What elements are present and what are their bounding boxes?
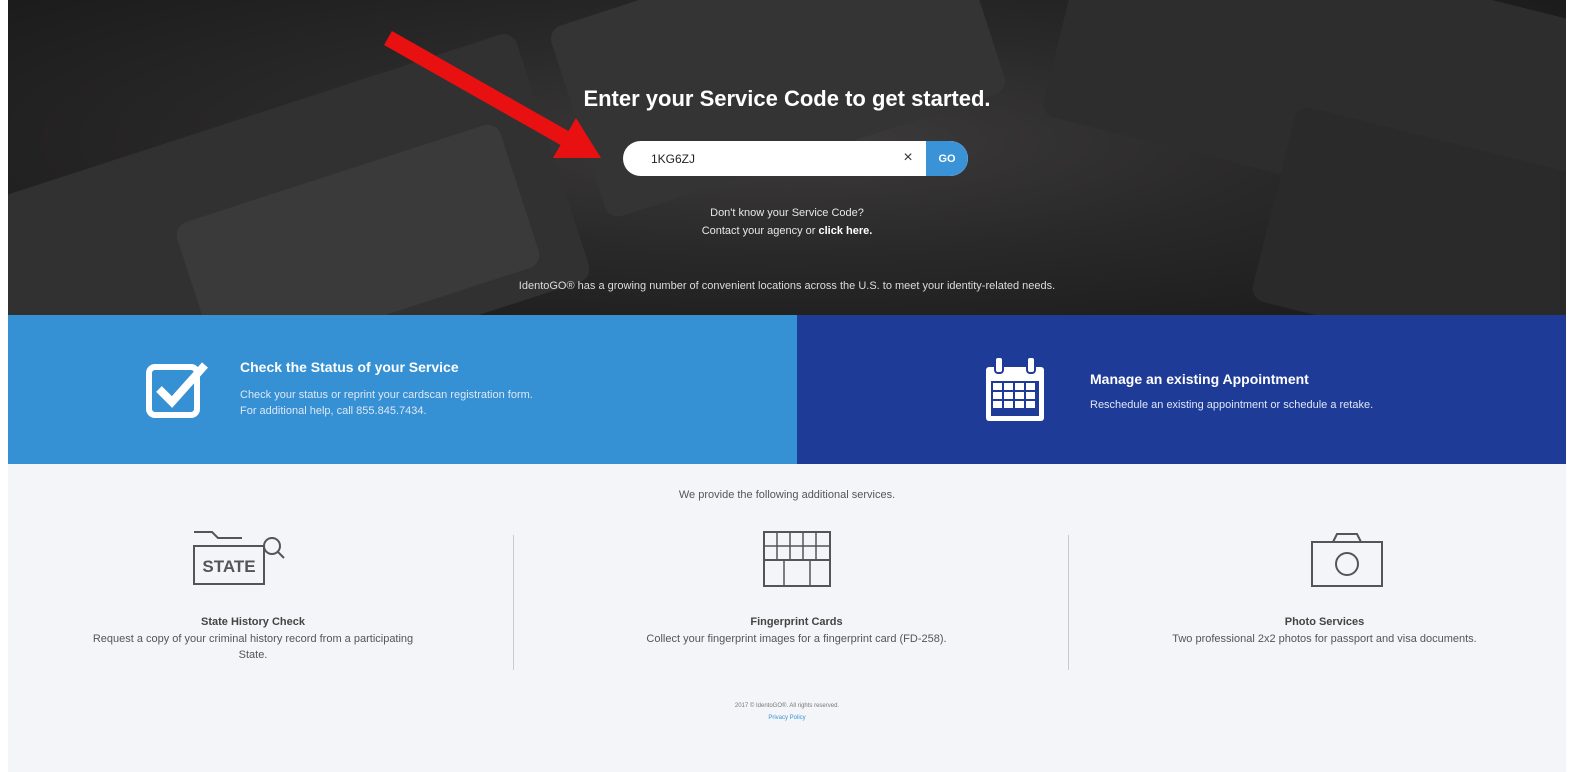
fingerprint-card-icon <box>763 531 831 587</box>
go-button[interactable]: GO <box>926 141 968 176</box>
check-status-panel[interactable]: Check the Status of your Service Check y… <box>8 315 797 464</box>
contact-agency-prefix: Contact your agency or <box>701 225 819 237</box>
manage-appointment-text: Reschedule an existing appointment or sc… <box>1090 399 1374 411</box>
copyright: 2017 © IdentoGO®. All rights reserved. <box>734 703 840 709</box>
service-desc: Request a copy of your criminal history … <box>92 633 414 645</box>
privacy-policy-link[interactable]: Privacy Policy <box>8 715 1566 721</box>
page: Enter your Service Code to get started. … <box>8 0 1566 772</box>
service-title[interactable]: State History Check <box>8 616 498 628</box>
divider <box>513 535 514 670</box>
contact-agency-text: Contact your agency or click here. <box>8 225 1566 237</box>
service-title[interactable]: Fingerprint Cards <box>528 616 1065 628</box>
state-icon-text: STATE <box>202 557 255 576</box>
service-desc: Two professional 2x2 photos for passport… <box>1172 633 1477 645</box>
service-title[interactable]: Photo Services <box>1083 616 1566 628</box>
calendar-icon <box>986 356 1044 421</box>
check-status-line2: For additional help, call 855.845.7434. <box>240 405 427 417</box>
services-intro: We provide the following additional serv… <box>678 489 896 501</box>
check-status-title[interactable]: Check the Status of your Service <box>240 359 459 375</box>
manage-appointment-panel[interactable]: Manage an existing Appointment Reschedul… <box>797 315 1566 464</box>
divider <box>1068 535 1069 670</box>
click-here-link[interactable]: click here. <box>818 225 872 237</box>
locations-text: IdentoGO® has a growing number of conven… <box>518 280 1056 292</box>
state-folder-search-icon: STATE <box>193 531 285 585</box>
hero-banner: Enter your Service Code to get started. … <box>8 0 1566 315</box>
clear-icon[interactable]: × <box>898 148 918 168</box>
checkbox-checked-icon <box>146 362 208 418</box>
check-status-line1: Check your status or reprint your cardsc… <box>240 389 533 401</box>
service-desc: Collect your fingerprint images for a fi… <box>646 633 947 645</box>
service-desc: State. <box>238 649 268 661</box>
service-code-help-text: Don't know your Service Code? <box>710 207 864 219</box>
camera-icon <box>1311 533 1383 587</box>
red-arrow-annotation <box>384 31 601 158</box>
manage-appointment-title[interactable]: Manage an existing Appointment <box>1090 371 1309 387</box>
